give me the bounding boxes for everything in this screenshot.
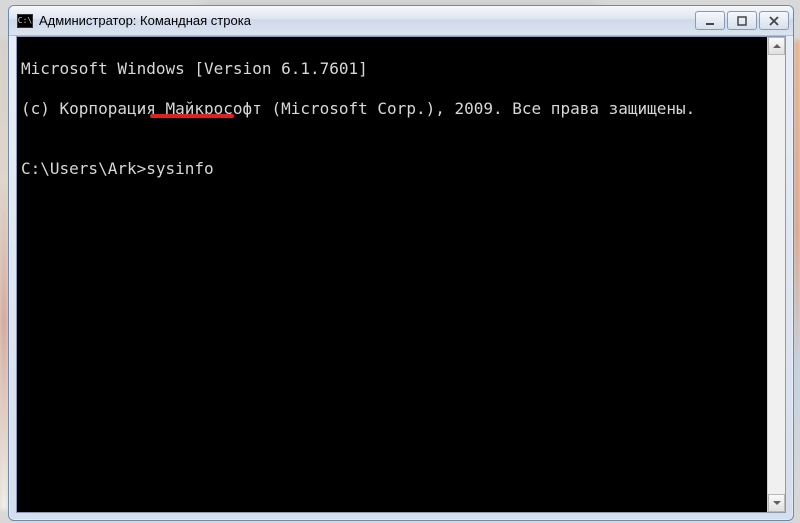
minimize-button[interactable] xyxy=(695,11,725,30)
command-prompt-window: C:\ Администратор: Командная строка Micr… xyxy=(8,5,794,521)
chevron-down-icon xyxy=(773,500,781,506)
terminal-line: (c) Корпорация Майкрософт (Microsoft Cor… xyxy=(21,99,763,119)
window-title: Администратор: Командная строка xyxy=(39,13,695,28)
chevron-up-icon xyxy=(773,43,781,49)
terminal-prompt: C:\Users\Ark> xyxy=(21,159,146,178)
scroll-track[interactable] xyxy=(768,55,785,494)
annotation-underline xyxy=(150,114,234,118)
terminal-command: sysinfo xyxy=(146,159,213,178)
titlebar[interactable]: C:\ Администратор: Командная строка xyxy=(9,6,793,36)
scroll-up-button[interactable] xyxy=(768,37,785,55)
close-button[interactable] xyxy=(759,11,789,30)
minimize-icon xyxy=(704,15,716,27)
cmd-icon: C:\ xyxy=(17,14,33,28)
terminal-line: Microsoft Windows [Version 6.1.7601] xyxy=(21,59,763,79)
maximize-button[interactable] xyxy=(727,11,757,30)
window-controls xyxy=(695,11,789,30)
scroll-down-button[interactable] xyxy=(768,494,785,512)
close-icon xyxy=(768,15,780,27)
terminal-output[interactable]: Microsoft Windows [Version 6.1.7601] (c)… xyxy=(17,37,767,512)
maximize-icon xyxy=(736,15,748,27)
client-area: Microsoft Windows [Version 6.1.7601] (c)… xyxy=(16,36,786,513)
vertical-scrollbar[interactable] xyxy=(767,37,785,512)
